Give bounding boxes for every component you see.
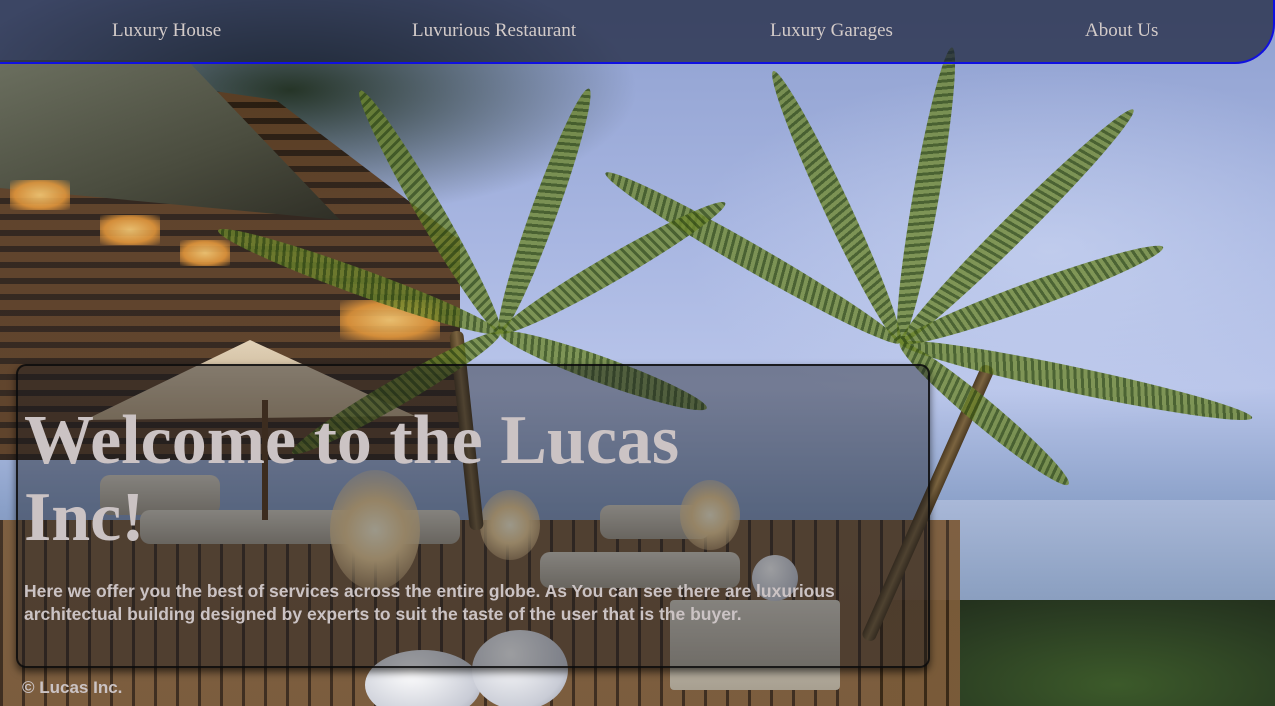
- nav-link-luxurious-restaurant[interactable]: Luvurious Restaurant: [412, 20, 576, 42]
- welcome-card: Welcome to the Lucas Inc! Here we offer …: [16, 364, 930, 668]
- nav-link-about-us[interactable]: About Us: [1085, 20, 1158, 42]
- welcome-heading: Welcome to the Lucas Inc!: [24, 402, 680, 556]
- window-light: [180, 240, 230, 266]
- welcome-description: Here we offer you the best of services a…: [24, 581, 835, 625]
- nav-link-luxury-garages[interactable]: Luxury Garages: [770, 20, 893, 42]
- copyright-footer: © Lucas Inc.: [22, 678, 123, 697]
- top-navigation: Luxury House Luvurious Restaurant Luxury…: [0, 0, 1275, 64]
- nav-link-luxury-house[interactable]: Luxury House: [112, 20, 221, 42]
- window-light: [10, 180, 70, 210]
- window-light: [100, 215, 160, 245]
